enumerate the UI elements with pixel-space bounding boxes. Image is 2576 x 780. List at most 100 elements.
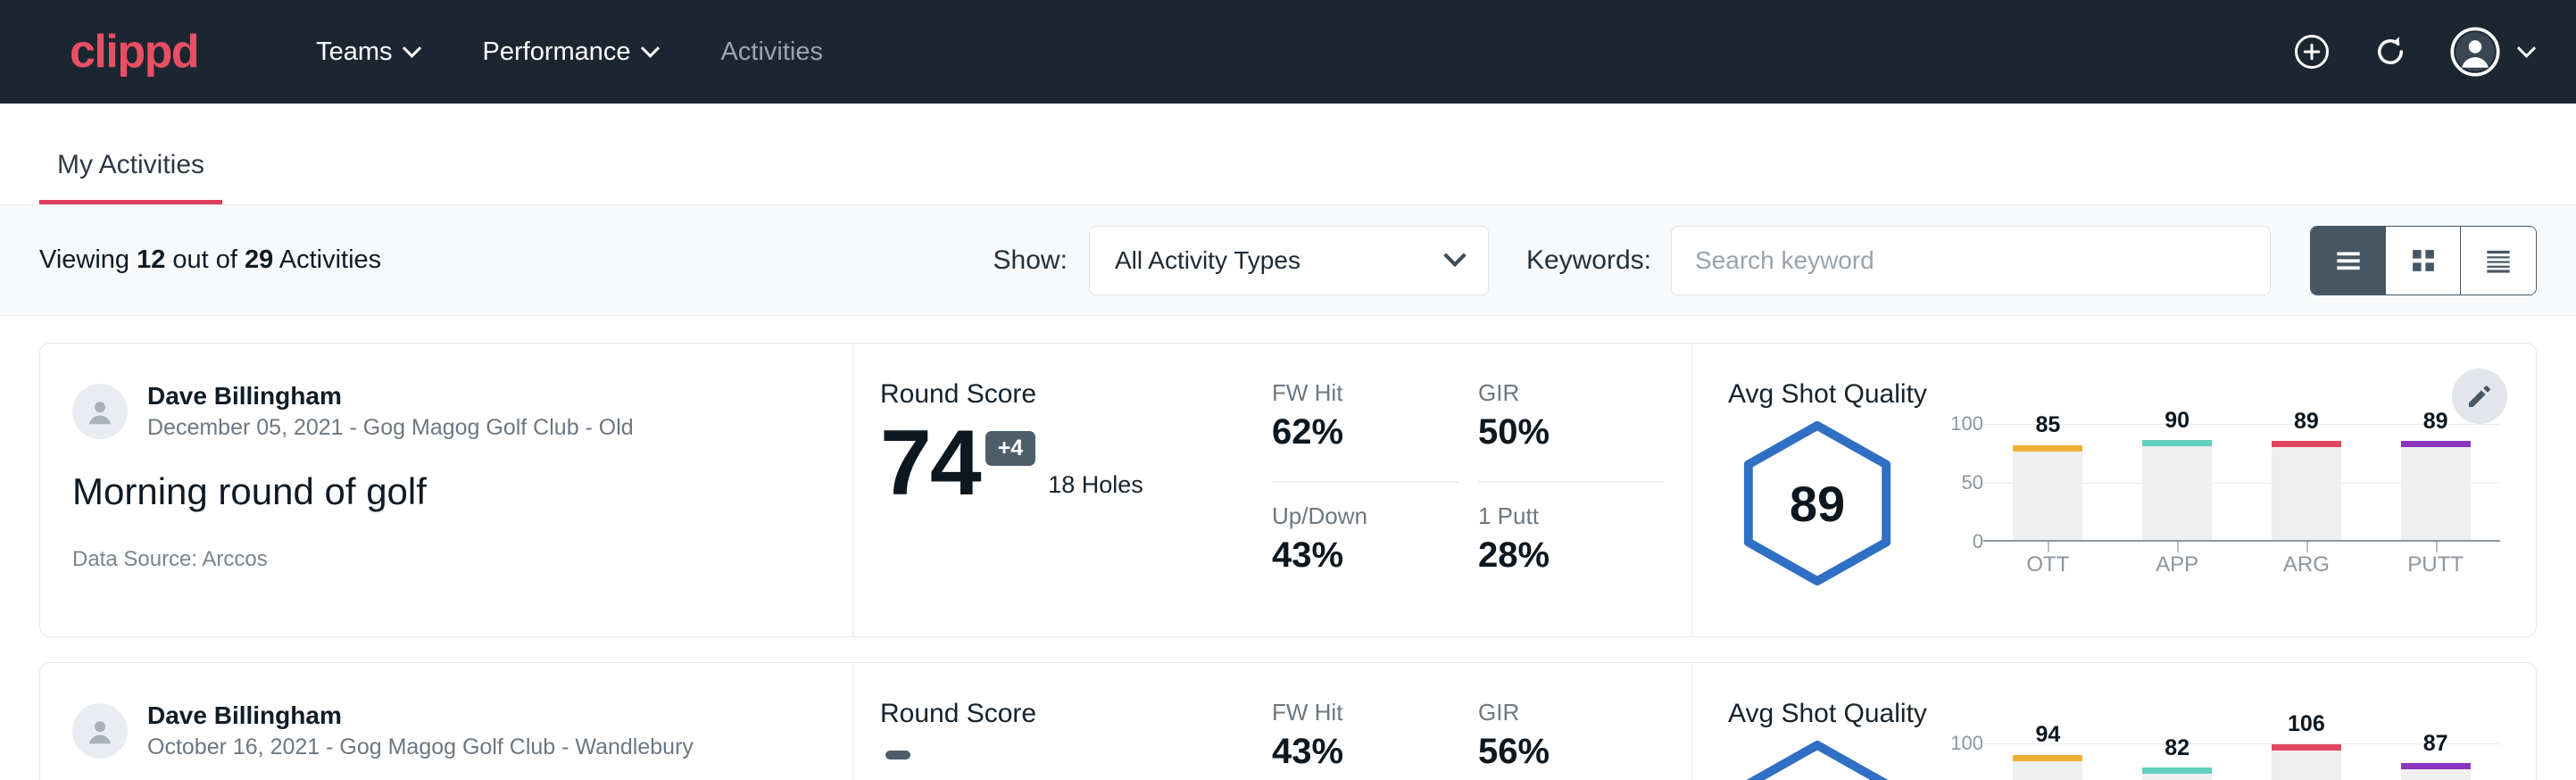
stat-label: Up/Down xyxy=(1272,502,1458,530)
viewing-count: 12 xyxy=(137,245,165,274)
activity-meta: December 05, 2021 - Gog Magog Golf Club … xyxy=(147,413,634,444)
y-tick-100: 100 xyxy=(1950,732,1983,755)
activity-card[interactable]: Dave Billingham October 16, 2021 - Gog M… xyxy=(39,662,2537,780)
pencil-icon xyxy=(2464,381,2495,411)
chart-plot-area: 94 82 106 8 xyxy=(1983,743,2500,780)
activity-type-select[interactable]: All Activity Types xyxy=(1089,226,1489,295)
bar-value: 82 xyxy=(2142,735,2212,761)
chart-y-axis: 100 50 0 xyxy=(1942,424,1983,542)
stat-value: 62% xyxy=(1272,412,1458,452)
bar-col-putt: 87 xyxy=(2401,743,2471,780)
nav-item-teams[interactable]: Teams xyxy=(284,29,450,76)
tab-label: My Activities xyxy=(57,150,204,179)
quality-hexagon: 89 xyxy=(1728,419,1907,588)
bar-value: 89 xyxy=(2272,409,2341,435)
activity-title: Morning round of golf xyxy=(72,470,813,513)
person-text: Dave Billingham December 05, 2021 - Gog … xyxy=(147,379,634,444)
bar-cap xyxy=(2272,441,2341,447)
stat-fw-hit: FW Hit 62% xyxy=(1272,379,1458,483)
round-score-section: Round Score xyxy=(852,663,1272,780)
refresh-icon xyxy=(2372,33,2409,71)
nav-actions xyxy=(2293,27,2533,77)
bar-value: 106 xyxy=(2272,711,2341,737)
holes-label: 18 Holes xyxy=(1048,471,1143,499)
bar-cap xyxy=(2142,440,2212,446)
avg-shot-quality-label: Avg Shot Quality xyxy=(1728,699,2500,729)
primary-nav: Teams Performance Activities xyxy=(284,29,855,76)
avg-shot-quality-section: Avg Shot Quality 100 50 0 xyxy=(1691,663,2536,780)
quality-score-value: 89 xyxy=(1728,419,1907,588)
stat-gir: GIR 50% xyxy=(1478,379,1665,483)
bar-cap xyxy=(2013,755,2082,761)
nav-item-activities[interactable]: Activities xyxy=(689,29,855,76)
bar-col-arg: 89 xyxy=(2272,424,2341,542)
activity-info: Dave Billingham December 05, 2021 - Gog … xyxy=(40,344,852,636)
keywords-label: Keywords: xyxy=(1526,245,1651,276)
bar-value: 87 xyxy=(2401,731,2471,757)
stat-value: 28% xyxy=(1478,535,1665,576)
viewing-total: 29 xyxy=(245,245,273,274)
account-menu[interactable] xyxy=(2450,27,2533,77)
round-score-row: 74 +4 18 Holes xyxy=(880,417,1245,510)
round-score-label: Round Score xyxy=(880,379,1245,410)
list-view-icon xyxy=(2331,244,2365,278)
shot-quality-chart: 100 50 0 85 xyxy=(1942,419,2500,542)
person-text: Dave Billingham October 16, 2021 - Gog M… xyxy=(147,699,694,763)
stat-label: GIR xyxy=(1478,699,1665,726)
nav-item-performance[interactable]: Performance xyxy=(451,29,689,76)
top-navbar: clippd Teams Performance Activities xyxy=(0,0,2576,104)
round-score-section: Round Score 74 +4 18 Holes xyxy=(852,344,1272,636)
person-name: Dave Billingham xyxy=(147,379,634,413)
person-avatar-icon xyxy=(80,711,120,751)
stat-one-putt: 1 Putt 28% xyxy=(1478,502,1665,604)
app-logo[interactable]: clippd xyxy=(70,29,198,75)
viewing-suffix: Activities xyxy=(273,245,381,274)
plus-circle-icon xyxy=(2293,33,2331,71)
compact-list-icon xyxy=(2481,244,2515,278)
stat-gir: GIR 56% xyxy=(1478,699,1665,780)
avatar xyxy=(72,384,128,439)
quality-hexagon xyxy=(1728,738,1907,780)
data-source: Data Source: Arccos xyxy=(72,547,813,572)
bar-col-ott: 85 xyxy=(2013,424,2082,542)
person-avatar-icon xyxy=(80,392,120,431)
avatar xyxy=(72,703,128,759)
activity-card[interactable]: Dave Billingham December 05, 2021 - Gog … xyxy=(39,343,2537,637)
chart-x-labels: OTT APP ARG PUTT xyxy=(1983,552,2500,577)
person-row: Dave Billingham October 16, 2021 - Gog M… xyxy=(72,699,813,763)
bar-value: 90 xyxy=(2142,408,2212,434)
refresh-button[interactable] xyxy=(2372,33,2409,71)
stat-up-down: Up/Down 43% xyxy=(1272,502,1458,604)
view-mode-grid[interactable] xyxy=(2386,227,2461,295)
round-score-row xyxy=(880,736,1245,759)
nav-item-label: Performance xyxy=(483,37,631,67)
bar-cap xyxy=(2142,768,2212,774)
grid-view-icon xyxy=(2406,244,2440,278)
stat-fw-hit: FW Hit 43% xyxy=(1272,699,1458,780)
stat-value: 50% xyxy=(1478,412,1665,452)
viewing-summary: Viewing 12 out of 29 Activities xyxy=(39,245,381,275)
view-mode-list[interactable] xyxy=(2311,227,2386,295)
person-row: Dave Billingham December 05, 2021 - Gog … xyxy=(72,379,813,444)
view-mode-compact[interactable] xyxy=(2461,227,2536,295)
tab-my-activities[interactable]: My Activities xyxy=(39,150,222,204)
stat-value: 43% xyxy=(1272,535,1458,576)
chevron-down-icon xyxy=(402,38,420,57)
tab-strip: My Activities xyxy=(0,104,2576,205)
round-score-label: Round Score xyxy=(880,699,1245,729)
bar-cap xyxy=(2401,441,2471,447)
search-input[interactable] xyxy=(1671,226,2271,295)
chevron-down-icon xyxy=(1443,244,1466,266)
bar-col-arg: 106 xyxy=(2272,743,2341,780)
chevron-down-icon xyxy=(2517,38,2536,57)
stat-label: FW Hit xyxy=(1272,379,1458,407)
chart-bars: 85 90 89 89 xyxy=(1983,424,2500,542)
edit-activity-button[interactable] xyxy=(2452,369,2507,424)
add-button[interactable] xyxy=(2293,33,2331,71)
bar-col-putt: 89 xyxy=(2401,424,2471,542)
stat-label: FW Hit xyxy=(1272,699,1458,726)
bar-cap xyxy=(2013,445,2082,452)
stat-value: 43% xyxy=(1272,732,1458,772)
activity-info: Dave Billingham October 16, 2021 - Gog M… xyxy=(40,663,852,780)
score-differential-badge: +4 xyxy=(985,431,1036,466)
